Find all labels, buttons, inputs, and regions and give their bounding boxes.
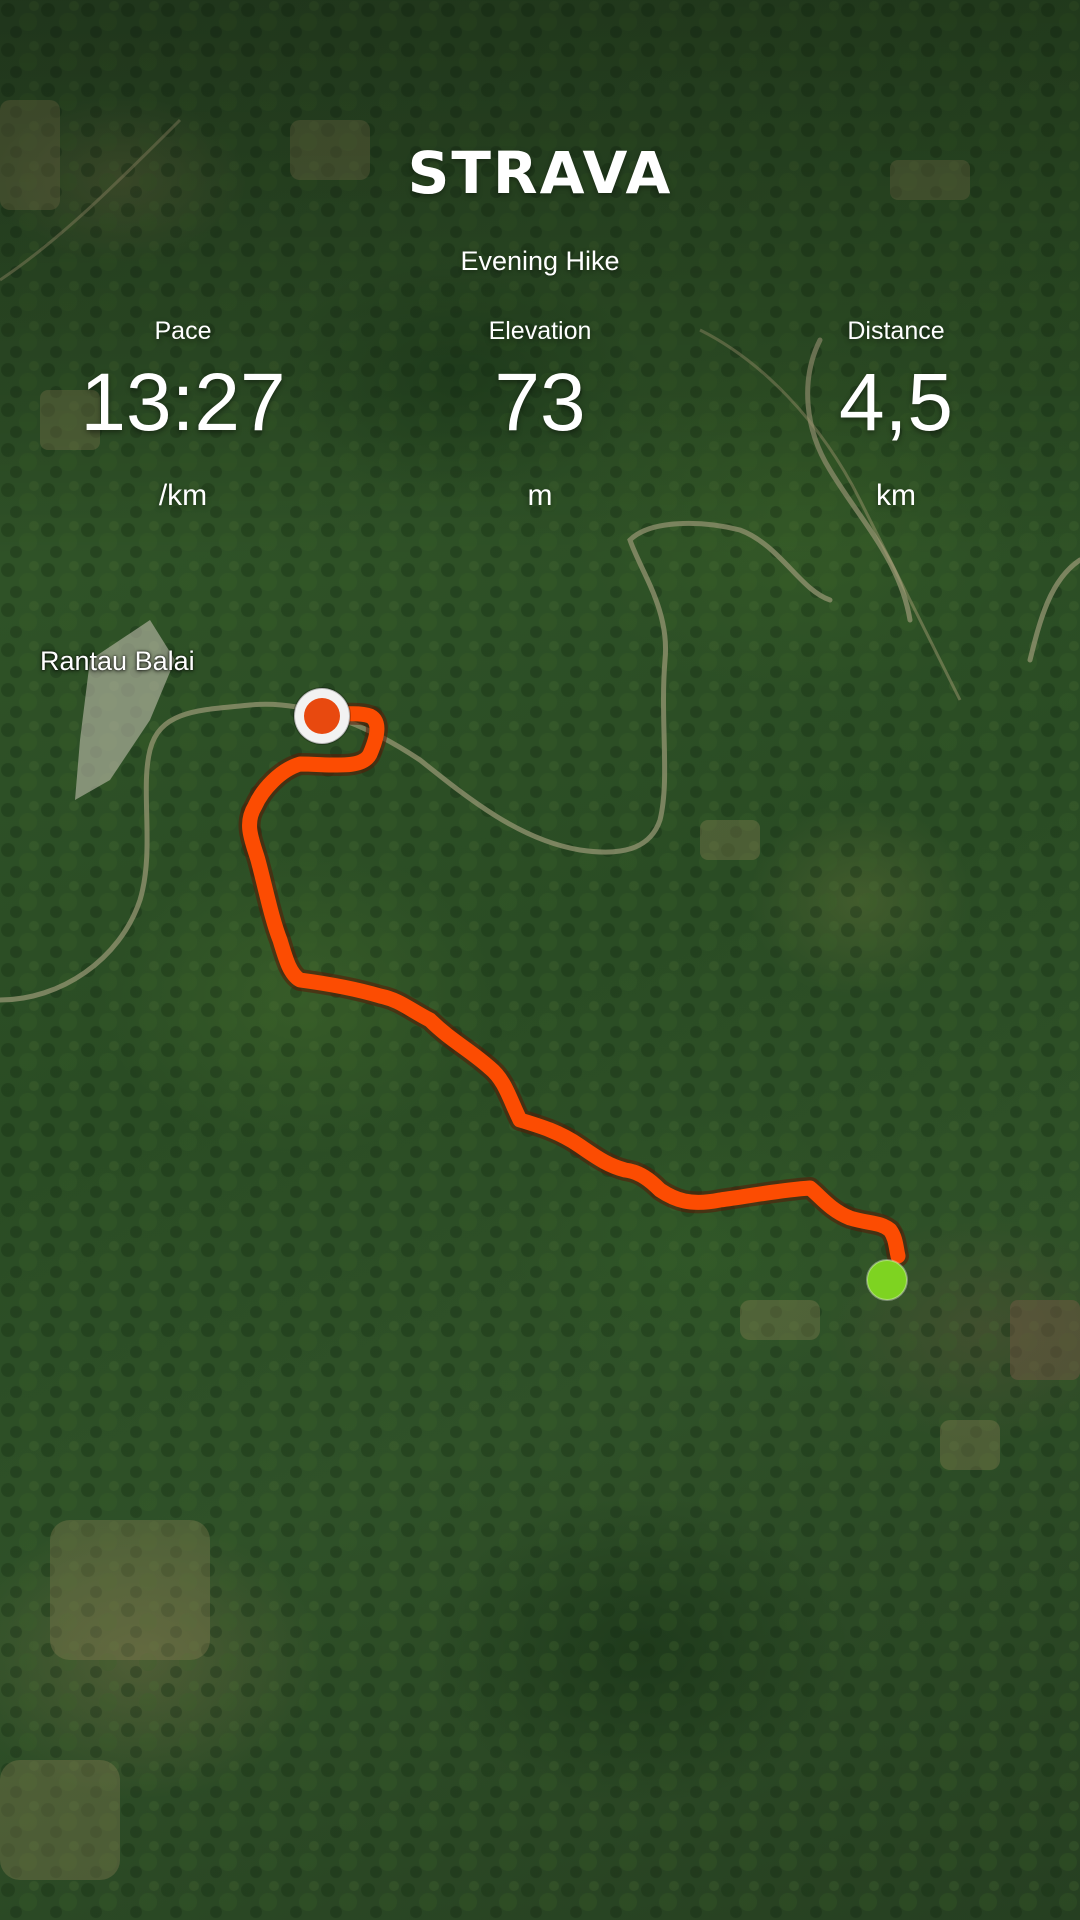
strava-share-screen: STRAVA Evening Hike Pace 13:27 /km Eleva… [0, 0, 1080, 1920]
header-overlay: STRAVA Evening Hike Pace 13:27 /km Eleva… [0, 0, 1080, 560]
stat-pace-unit: /km [158, 479, 208, 512]
strava-logo: STRAVA [407, 139, 673, 207]
start-marker[interactable] [293, 687, 351, 745]
stat-pace-value: 13:27 [80, 357, 286, 448]
stat-elevation-value: 73 [494, 357, 586, 448]
stat-distance-value: 4,5 [839, 357, 953, 448]
stat-distance-unit: km [876, 479, 916, 512]
stat-elevation-unit: m [527, 479, 553, 512]
activity-title: Evening Hike [460, 246, 620, 276]
start-marker-dot [304, 698, 340, 734]
stat-distance-label: Distance [847, 317, 945, 345]
stat-elevation-label: Elevation [488, 317, 592, 345]
stat-pace-label: Pace [154, 317, 212, 345]
end-marker[interactable] [866, 1259, 908, 1301]
place-label-rantau-balai: Rantau Balai [40, 646, 195, 676]
